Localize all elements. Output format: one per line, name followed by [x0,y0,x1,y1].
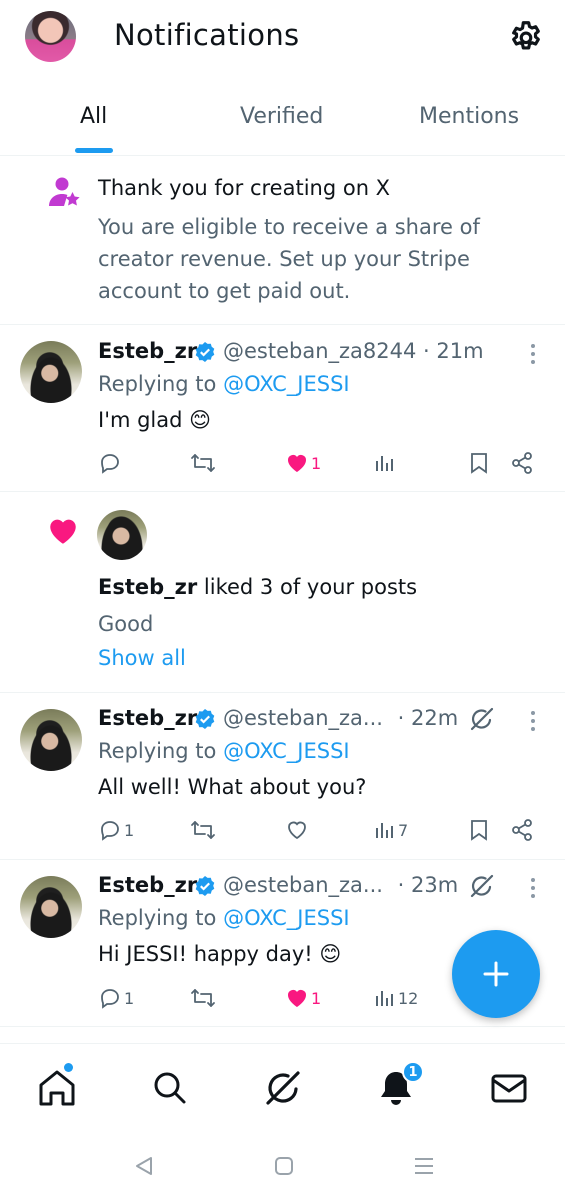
divider [0,491,565,492]
creator-star-person-icon [47,176,81,210]
reply-action[interactable]: 1 [98,817,134,843]
back-triangle-icon[interactable] [133,1155,155,1177]
like-summary[interactable]: Esteb_zr liked 3 of your posts [98,575,417,599]
like-action[interactable]: 1 [285,985,321,1011]
more-options-icon[interactable] [530,343,536,365]
author-handle: @esteban_za... [223,873,383,897]
like-action[interactable]: 1 [285,450,321,476]
post-time: · 23m [397,873,459,897]
author-avatar[interactable] [20,876,82,938]
page-title: Notifications [114,18,300,52]
repost-icon [191,821,215,839]
views-action[interactable]: 7 [374,817,408,843]
search-icon[interactable] [148,1066,192,1110]
post-text[interactable]: I'm glad 😊 [98,408,211,432]
grok-icon[interactable] [261,1066,305,1110]
heart-outline-icon [288,821,306,840]
reply-icon [101,454,119,474]
liked-post-text[interactable]: Good [98,612,153,636]
bookmark-icon [471,820,487,841]
bookmark-icon [471,453,487,474]
divider [0,1026,565,1027]
repost-action[interactable] [190,985,216,1011]
tab-all[interactable]: All [80,104,107,129]
views-chart-icon [376,456,393,471]
divider [0,155,565,156]
divider [0,859,565,860]
active-tab-indicator [75,148,113,153]
share-icon [512,452,532,474]
verified-badge-icon [194,708,216,730]
share-action[interactable] [510,450,534,476]
profile-avatar[interactable] [25,11,76,62]
reply-icon [101,989,119,1009]
bottom-nav [0,1043,565,1131]
author-handle: @esteban_za8244 [223,339,417,363]
author-name[interactable]: Esteb_zr [98,339,197,363]
post-time: · 22m [397,706,459,730]
compose-post-button[interactable] [452,930,540,1018]
share-action[interactable] [510,817,534,843]
heart-filled-icon [46,514,80,548]
verified-badge-icon [194,341,216,363]
views-action[interactable]: 12 [374,985,418,1011]
heart-filled-icon [288,990,306,1007]
plus-icon [483,961,509,987]
author-name[interactable]: Esteb_zr [98,706,197,730]
author-avatar[interactable] [20,709,82,771]
grok-icon[interactable] [468,705,496,733]
like-action[interactable] [285,817,311,843]
views-chart-icon [376,991,393,1006]
mention-link[interactable]: @OXC_JESSI [223,372,350,396]
replying-to: Replying to @OXC_JESSI [98,739,350,763]
show-all-link[interactable]: Show all [98,646,186,670]
author-name[interactable]: Esteb_zr [98,873,197,897]
revenue-notice-body[interactable]: You are eligible to receive a share of c… [98,211,518,307]
recents-menu-icon[interactable] [413,1155,435,1177]
post-text[interactable]: Hi JESSI! happy day! 😊 [98,942,341,966]
messages-envelope-icon[interactable] [487,1066,531,1110]
repost-icon [191,989,215,1007]
tab-verified[interactable]: Verified [240,104,323,129]
replying-to: Replying to @OXC_JESSI [98,372,350,396]
views-chart-icon [376,823,393,838]
divider [0,692,565,693]
bookmark-action[interactable] [468,817,490,843]
repost-action[interactable] [190,450,216,476]
more-options-icon[interactable] [530,710,536,732]
reply-icon [101,821,119,841]
grok-icon[interactable] [468,872,496,900]
settings-gear-icon[interactable] [507,18,545,56]
liker-avatar[interactable] [97,510,147,560]
author-avatar[interactable] [20,341,82,403]
repost-action[interactable] [190,817,216,843]
mention-link[interactable]: @OXC_JESSI [223,906,350,930]
home-unread-dot [64,1063,73,1072]
notification-count-badge: 1 [402,1061,424,1083]
heart-filled-icon [288,455,306,472]
home-square-icon[interactable] [273,1155,295,1177]
more-options-icon[interactable] [530,877,536,899]
verified-badge-icon [194,875,216,897]
views-action[interactable] [374,450,398,476]
post-text[interactable]: All well! What about you? [98,775,366,799]
share-icon [512,819,532,841]
revenue-notice-title[interactable]: Thank you for creating on X [98,176,390,200]
replying-to: Replying to @OXC_JESSI [98,906,350,930]
divider [0,324,565,325]
mention-link[interactable]: @OXC_JESSI [223,739,350,763]
reply-action[interactable] [98,450,124,476]
tab-mentions[interactable]: Mentions [419,104,519,129]
home-icon[interactable] [35,1066,79,1110]
reply-action[interactable]: 1 [98,985,134,1011]
system-navigation-bar [0,1131,565,1200]
repost-icon [191,454,215,472]
bookmark-action[interactable] [468,450,490,476]
author-handle: @esteban_za... [223,706,383,730]
post-time: · 21m [423,339,484,363]
